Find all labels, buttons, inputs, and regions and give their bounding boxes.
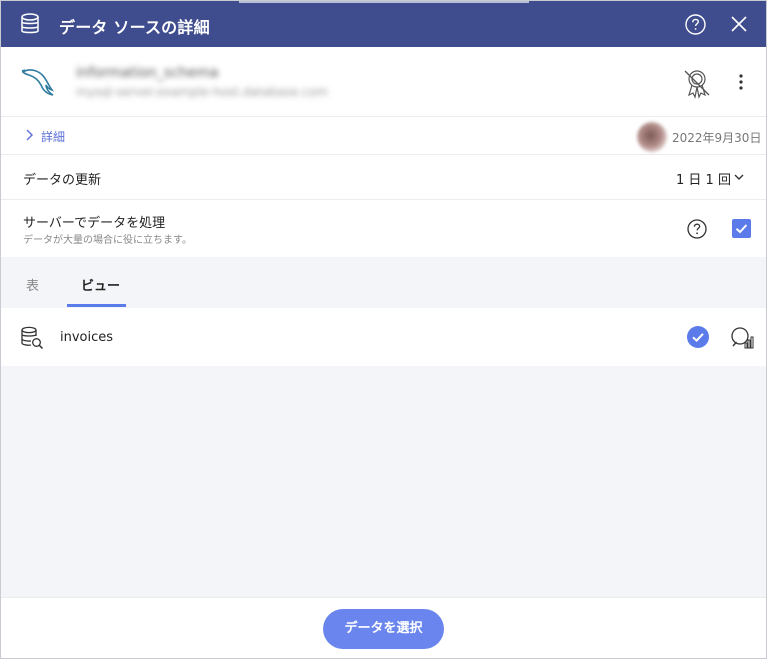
view-list: invoices bbox=[1, 308, 766, 597]
chevron-down-icon[interactable] bbox=[734, 173, 744, 181]
dialog-header: データ ソースの詳細 bbox=[1, 1, 766, 47]
details-date: 2022年9月30日 bbox=[672, 131, 762, 145]
help-icon[interactable] bbox=[685, 14, 706, 35]
selected-check-icon bbox=[687, 326, 709, 348]
refresh-frequency-dropdown[interactable]: 1 日 1 回 bbox=[676, 169, 731, 188]
source-info-row: information_schema mysql-server.example-… bbox=[1, 47, 766, 117]
more-vertical-icon[interactable] bbox=[732, 71, 750, 93]
database-icon bbox=[21, 13, 39, 34]
server-processing-label: サーバーでデータを処理 bbox=[23, 216, 166, 231]
checkmark-icon bbox=[735, 224, 748, 234]
avatar bbox=[637, 122, 667, 152]
header-top-hint bbox=[239, 1, 529, 3]
database-search-icon bbox=[21, 326, 44, 350]
tab-views[interactable]: ビュー bbox=[81, 275, 120, 294]
source-name: information_schema bbox=[76, 65, 219, 81]
help-icon[interactable] bbox=[687, 219, 707, 239]
tab-tables[interactable]: 表 bbox=[26, 275, 39, 294]
server-processing-checkbox[interactable] bbox=[732, 219, 751, 238]
active-tab-indicator bbox=[67, 304, 126, 307]
refresh-label: データの更新 bbox=[23, 173, 102, 188]
list-item-label: invoices bbox=[60, 330, 114, 345]
tab-bar: 表 ビュー bbox=[1, 257, 766, 308]
dialog-title: データ ソースの詳細 bbox=[59, 18, 210, 37]
details-row: 詳細 2022年9月30日 bbox=[1, 117, 766, 155]
close-icon[interactable] bbox=[730, 15, 748, 33]
source-subtitle: mysql-server.example-host.database.com bbox=[76, 85, 328, 99]
select-data-button[interactable]: データを選択 bbox=[323, 609, 444, 649]
list-item[interactable]: invoices bbox=[1, 308, 766, 366]
mysql-dolphin-logo bbox=[21, 69, 55, 96]
certified-off-icon[interactable] bbox=[681, 67, 713, 99]
data-refresh-row: データの更新 1 日 1 回 bbox=[1, 155, 766, 200]
details-toggle[interactable]: 詳細 bbox=[41, 128, 65, 145]
preview-data-icon[interactable] bbox=[730, 326, 754, 350]
dialog-footer: データを選択 bbox=[1, 597, 766, 658]
chevron-right-icon[interactable] bbox=[25, 129, 35, 141]
server-processing-row: サーバーでデータを処理 データが大量の場合に役に立ちます。 bbox=[1, 200, 766, 257]
data-source-details-dialog: データ ソースの詳細 information_schema mysql-serv… bbox=[0, 0, 767, 659]
server-processing-description: データが大量の場合に役に立ちます。 bbox=[23, 235, 192, 246]
